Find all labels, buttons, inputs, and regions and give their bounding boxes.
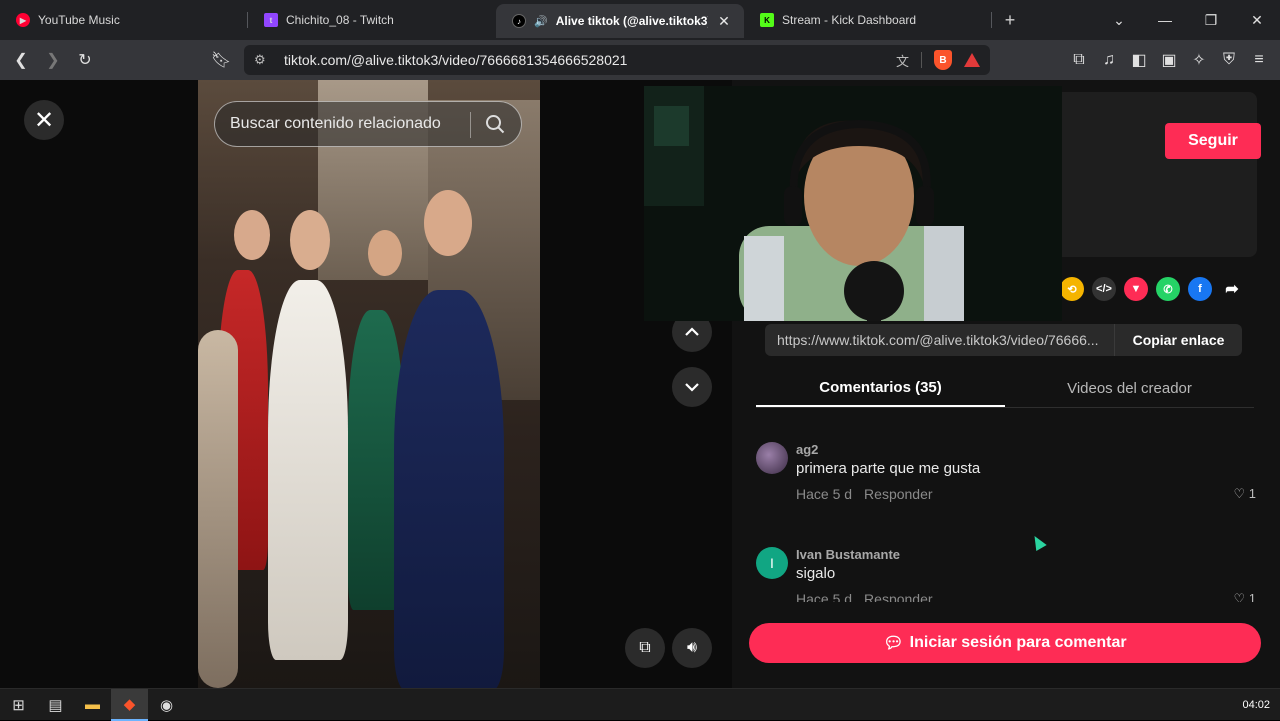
obs-icon[interactable]: ◉ [148,689,185,721]
wallet-icon[interactable]: ▣ [1158,47,1180,73]
forward-icon[interactable]: ❯ [40,47,66,73]
brave-rewards-icon[interactable] [964,53,980,67]
send-icon[interactable]: ▼ [1124,277,1148,301]
start-icon[interactable]: ⊞ [0,689,37,721]
back-icon[interactable]: ❮ [8,47,34,73]
vpn-icon[interactable]: ⛨ [1218,47,1240,73]
floating-player-button[interactable]: ⧉ [625,628,665,668]
tab-youtube-music[interactable]: ▶ YouTube Music [0,0,248,40]
volume-icon: 🔊︎ [686,639,698,656]
close-video-button[interactable]: ✕ [24,100,64,140]
share-link-text[interactable]: https://www.tiktok.com/@alive.tiktok3/vi… [765,332,1115,348]
avatar[interactable] [756,442,788,474]
search-placeholder: Buscar contenido relacionado [230,115,441,132]
comment-time: Hace 5 d [796,486,853,502]
tab-creator-videos[interactable]: Videos del creador [1005,370,1254,407]
next-video-button[interactable] [672,367,712,407]
restore-button[interactable]: ❐ [1188,12,1234,29]
webcam-overlay [644,86,1062,321]
comment-username[interactable]: Ivan Bustamante [796,547,900,562]
share-link-bar: https://www.tiktok.com/@alive.tiktok3/vi… [765,324,1242,356]
like-count[interactable]: ♡ 1 [1233,486,1256,502]
comment-time: Hace 5 d [796,591,853,602]
new-tab-button[interactable]: + [992,0,1028,40]
whatsapp-icon[interactable]: ✆ [1156,277,1180,301]
minimize-button[interactable]: — [1142,12,1188,28]
close-window-button[interactable]: ✕ [1234,12,1280,29]
tiktok-page: ✕ Buscar contenido relacionado ⧉ 🔊︎ Segu… [0,80,1280,688]
heart-icon: ♡ [1233,591,1246,602]
chevron-up-icon [685,327,699,336]
reload-icon[interactable]: ↻ [72,47,98,73]
like-count[interactable]: ♡ 1 [1233,591,1256,602]
login-to-comment-button[interactable]: 💬︎ Iniciar sesión para comentar [749,623,1261,663]
clock: 04:02 [1242,698,1270,711]
floating-player-icon: ⧉ [639,639,651,656]
list-item: ag2 primera parte que me gusta Hace 5 d … [756,442,1256,512]
embed-icon[interactable]: </> [1092,277,1116,301]
streamer-webcam-image [644,86,1062,321]
follow-button[interactable]: Seguir [1165,123,1261,159]
tab-comments[interactable]: Comentarios (35) [756,370,1005,407]
tab-title: Chichito_08 - Twitch [286,13,394,27]
windows-taskbar: ⊞ ▤ ▬ ◆ ◉ 04:02 [0,688,1280,721]
volume-button[interactable]: 🔊︎ [672,628,712,668]
video-player[interactable] [198,80,540,688]
task-view-icon[interactable]: ▤ [37,689,74,721]
chevron-down-icon [685,383,699,392]
reply-button[interactable]: Responder [864,486,933,502]
speaker-icon: 🔊 [534,15,548,28]
browser-tab-strip: ▶ YouTube Music t Chichito_08 - Twitch ♪… [0,0,1280,40]
comment-tabs: Comentarios (35) Videos del creador [756,370,1254,408]
brave-browser-icon[interactable]: ◆ [111,688,148,721]
tab-title: YouTube Music [38,13,120,27]
close-tab-icon[interactable]: ✕ [716,13,732,30]
sidebar-icon[interactable]: ◧ [1128,47,1150,73]
tab-title: Stream - Kick Dashboard [782,13,917,27]
comment-text: sigalo [796,565,836,582]
tab-search-icon[interactable]: ⌄ [1096,12,1142,29]
comment-username[interactable]: ag2 [796,442,818,457]
comment-text: primera parte que me gusta [796,460,981,477]
chat-icon: 💬︎ [883,635,904,652]
translate-icon[interactable]: 文 [896,51,909,70]
list-item: I Ivan Bustamante sigalo Hace 5 d Respon… [756,547,1256,602]
share-icon[interactable]: ➦ [1220,277,1244,301]
copy-link-button[interactable]: Copiar enlace [1114,324,1242,356]
heart-icon: ♡ [1233,486,1246,501]
brave-shields-icon[interactable]: B [934,50,952,70]
url-text[interactable]: tiktok.com/@alive.tiktok3/video/76666813… [284,52,896,68]
video-area: ✕ Buscar contenido relacionado ⧉ 🔊︎ [0,80,732,688]
tab-title: Alive tiktok (@alive.tiktok3) | T [555,14,708,28]
share-row: ⟲ </> ▼ ✆ f ➦ [1060,277,1244,301]
address-bar[interactable]: ⚙︎ tiktok.com/@alive.tiktok3/video/76666… [244,45,990,75]
kick-icon: K [760,13,774,27]
reply-button[interactable]: Responder [864,591,933,602]
repost-icon[interactable]: ⟲ [1060,277,1084,301]
site-info-icon[interactable]: ⚙︎ [254,52,274,68]
leo-ai-icon[interactable]: ✧ [1188,47,1210,73]
menu-icon[interactable]: ≡ [1248,47,1270,73]
file-explorer-icon[interactable]: ▬ [74,689,111,721]
browser-toolbar: ❮ ❯ ↻ 🔖︎ ⚙︎ tiktok.com/@alive.tiktok3/vi… [0,40,1280,80]
related-search-input[interactable]: Buscar contenido relacionado [214,101,522,147]
youtube-music-icon: ▶ [16,13,30,27]
facebook-icon[interactable]: f [1188,277,1212,301]
tab-twitch[interactable]: t Chichito_08 - Twitch [248,0,496,40]
tab-kick[interactable]: K Stream - Kick Dashboard [744,0,992,40]
search-icon[interactable] [485,114,505,134]
bookmark-icon[interactable]: 🔖︎ [208,47,234,73]
tab-tiktok[interactable]: ♪ 🔊 Alive tiktok (@alive.tiktok3) | T ✕ [496,4,744,38]
avatar[interactable]: I [756,547,788,579]
tiktok-icon: ♪ [512,14,526,28]
twitch-icon: t [264,13,278,27]
media-icon[interactable]: ♫ [1098,47,1120,73]
extensions-icon[interactable]: ⧉ [1068,47,1090,73]
